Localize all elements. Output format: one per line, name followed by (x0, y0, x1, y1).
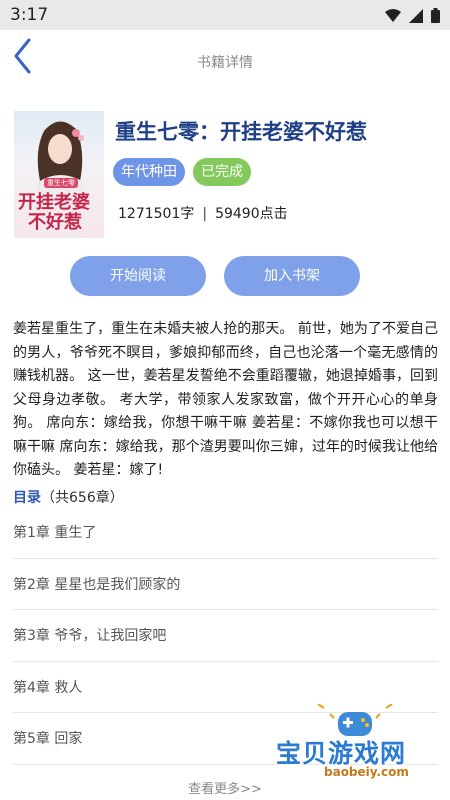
watermark-logo: 宝贝游戏网 baobeiy.com (270, 704, 445, 779)
start-reading-button[interactable]: 开始阅读 (70, 256, 206, 296)
toc-header: 目录（共656章） (13, 487, 124, 507)
toc-count: （共656章） (41, 490, 124, 506)
chapter-item-2[interactable]: 第2章 星星也是我们顾家的 (13, 559, 438, 610)
chapter-item-1[interactable]: 第1章 重生了 (13, 507, 438, 559)
page-title: 书籍详情 (197, 55, 253, 71)
view-more-link[interactable]: 查看更多>> (0, 778, 450, 797)
book-meta: 1271501字 | 59490点击 (118, 203, 288, 223)
click-count: 59490点击 (215, 206, 288, 222)
battery-icon (431, 8, 440, 23)
cover-badge: 重生七零 (44, 178, 78, 188)
cover-title-line2: 不好惹 (28, 212, 82, 233)
status-tag: 已完成 (193, 158, 251, 186)
status-time: 3:17 (10, 5, 49, 25)
genre-tag: 年代种田 (113, 158, 185, 186)
book-cover: 重生七零 开挂老婆 不好惹 (14, 111, 104, 238)
watermark-url: baobeiy.com (324, 765, 409, 779)
chapter-item-3[interactable]: 第3章 爷爷，让我回家吧 (13, 610, 438, 662)
status-icons (385, 8, 440, 23)
book-title: 重生七零：开挂老婆不好惹 (115, 120, 367, 144)
book-description: 姜若星重生了，重生在未婚夫被人抢的那天。 前世，她为了不爱自己的男人，爷爷死不瞑… (13, 321, 438, 478)
add-to-shelf-button[interactable]: 加入书架 (224, 256, 360, 296)
toc-label: 目录 (13, 490, 41, 506)
book-tags: 年代种田 已完成 (113, 158, 251, 186)
wifi-icon (385, 8, 401, 22)
signal-icon (409, 8, 423, 23)
nav-bar: 书籍详情 (0, 30, 450, 92)
status-bar: 3:17 (0, 0, 450, 30)
meta-separator: | (202, 206, 208, 222)
word-count: 1271501字 (118, 206, 195, 222)
